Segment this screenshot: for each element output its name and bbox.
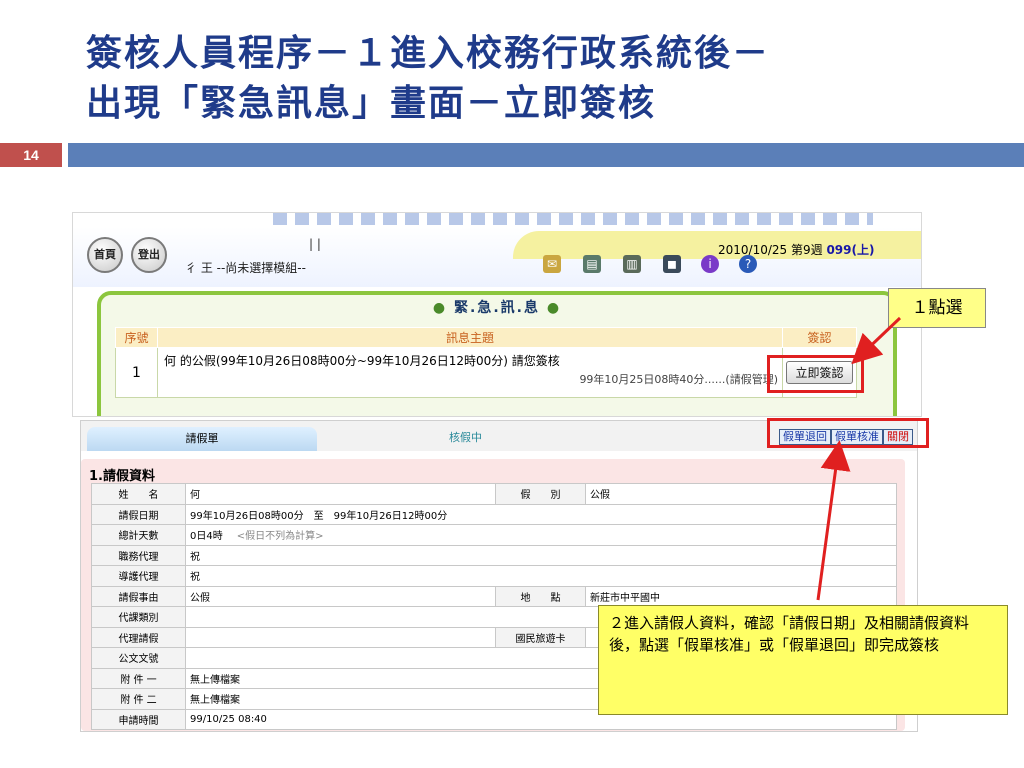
date-text: 2010/10/25 第9週: [718, 243, 827, 257]
semester-label: 099(上): [826, 243, 875, 257]
field-label: 導護代理: [91, 565, 186, 587]
step1-callout: １點選: [888, 288, 986, 328]
title-divider-bar: [68, 143, 1024, 167]
document-icon[interactable]: ▥: [623, 255, 641, 273]
table-row: 職務代理 祝: [91, 544, 897, 566]
status-label: 核假中: [449, 431, 482, 444]
field-value: 99年10月26日08時00分 至 99年10月26日12時00分: [185, 503, 897, 525]
table-row: 總計天數 0日4時 <假日不列為計算>: [91, 524, 897, 546]
field-label: 請假事由: [91, 585, 186, 607]
message-table: 序號 訊息主題 簽認 1 何 的公假(99年10月26日08時00分~99年10…: [115, 327, 857, 398]
field-value: 祝: [185, 565, 897, 587]
table-row: 請假事由 公假 地 點 新莊市中平國中: [91, 585, 897, 607]
field-hint: <假日不列為計算>: [236, 531, 324, 543]
field-label: 姓 名: [91, 483, 186, 505]
tab-leave-form[interactable]: 請假單: [87, 427, 317, 451]
field-value: 何: [185, 483, 496, 505]
top-decor-strip: [273, 213, 873, 225]
home-button[interactable]: 首頁: [87, 237, 123, 273]
field-label: 國民旅遊卡: [495, 626, 586, 648]
field-value: 0日4時: [190, 531, 223, 543]
field-label: 代課類別: [91, 606, 186, 628]
field-label: 地 點: [495, 585, 586, 607]
field-value: 新莊市中平國中: [585, 585, 897, 607]
row-subject-cell: 何 的公假(99年10月26日08時00分~99年10月26日12時00分) 請…: [157, 347, 783, 398]
module-selector-text: 彳 王 --尚未選擇模組--: [185, 261, 306, 275]
field-label: 總計天數: [91, 524, 186, 546]
message-meta: 99年10月25日08時40分......(請假管理): [579, 373, 778, 386]
drive-icon[interactable]: ◼: [663, 255, 681, 273]
logout-button[interactable]: 登出: [131, 237, 167, 273]
field-label: 職務代理: [91, 544, 186, 566]
column-header: 訊息主題: [157, 327, 783, 348]
table-row: 1 何 的公假(99年10月26日08時00分~99年10月26日12時00分)…: [115, 347, 857, 398]
urgent-message-panel: ● 緊.急.訊.息 ● 序號 訊息主題 簽認 1 何 的公假(99年10月26日…: [97, 291, 897, 416]
field-value: 公假: [585, 483, 897, 505]
row-index: 1: [115, 347, 158, 398]
field-value: 公假: [185, 585, 496, 607]
urgent-title: ● 緊.急.訊.息 ●: [101, 297, 893, 317]
field-label: 附 件 二: [91, 688, 186, 710]
field-label: 假 別: [495, 483, 586, 505]
field-value: [185, 626, 496, 648]
field-label: 代理請假: [91, 626, 186, 648]
date-week-label: 2010/10/25 第9週 099(上): [718, 241, 874, 258]
field-label: 公文文號: [91, 647, 186, 669]
bullet-icon: ●: [546, 300, 562, 316]
info-icon[interactable]: i: [701, 255, 719, 273]
field-value-cell: 0日4時 <假日不列為計算>: [185, 524, 897, 546]
table-row: 請假日期 99年10月26日08時00分 至 99年10月26日12時00分: [91, 503, 897, 525]
slide-title: 簽核人員程序－１進入校務行政系統後－ 出現「緊急訊息」畫面－立即簽核: [86, 28, 1006, 128]
field-label: 附 件 一: [91, 667, 186, 689]
highlight-action-buttons-frame: [767, 418, 929, 448]
message-subject: 何 的公假(99年10月26日08時00分~99年10月26日12時00分) 請…: [164, 354, 560, 368]
page-number: 14: [0, 143, 62, 167]
section-title: 1.請假資料: [89, 469, 155, 484]
column-header: 簽認: [782, 327, 857, 348]
column-header: 序號: [115, 327, 158, 348]
field-label: 申請時間: [91, 708, 186, 730]
field-label: 請假日期: [91, 503, 186, 525]
urgent-title-text: 緊.急.訊.息: [454, 300, 540, 316]
system-name: | |: [309, 237, 321, 251]
help-icon[interactable]: ?: [739, 255, 757, 273]
highlight-confirm-frame: [767, 355, 864, 393]
slide-title-line2: 出現「緊急訊息」畫面－立即簽核: [86, 82, 657, 124]
table-row: 導護代理 祝: [91, 565, 897, 587]
bullet-icon: ●: [432, 300, 448, 316]
printer-icon[interactable]: ▤: [583, 255, 601, 273]
slide-title-line1: 簽核人員程序－１進入校務行政系統後－: [86, 32, 771, 74]
table-row: 姓 名 何 假 別 公假: [91, 483, 897, 505]
step2-callout: ２進入請假人資料，確認「請假日期」及相關請假資料後，點選「假單核准」或「假單退回…: [598, 605, 1008, 715]
field-value: 祝: [185, 544, 897, 566]
mail-icon[interactable]: ✉: [543, 255, 561, 273]
